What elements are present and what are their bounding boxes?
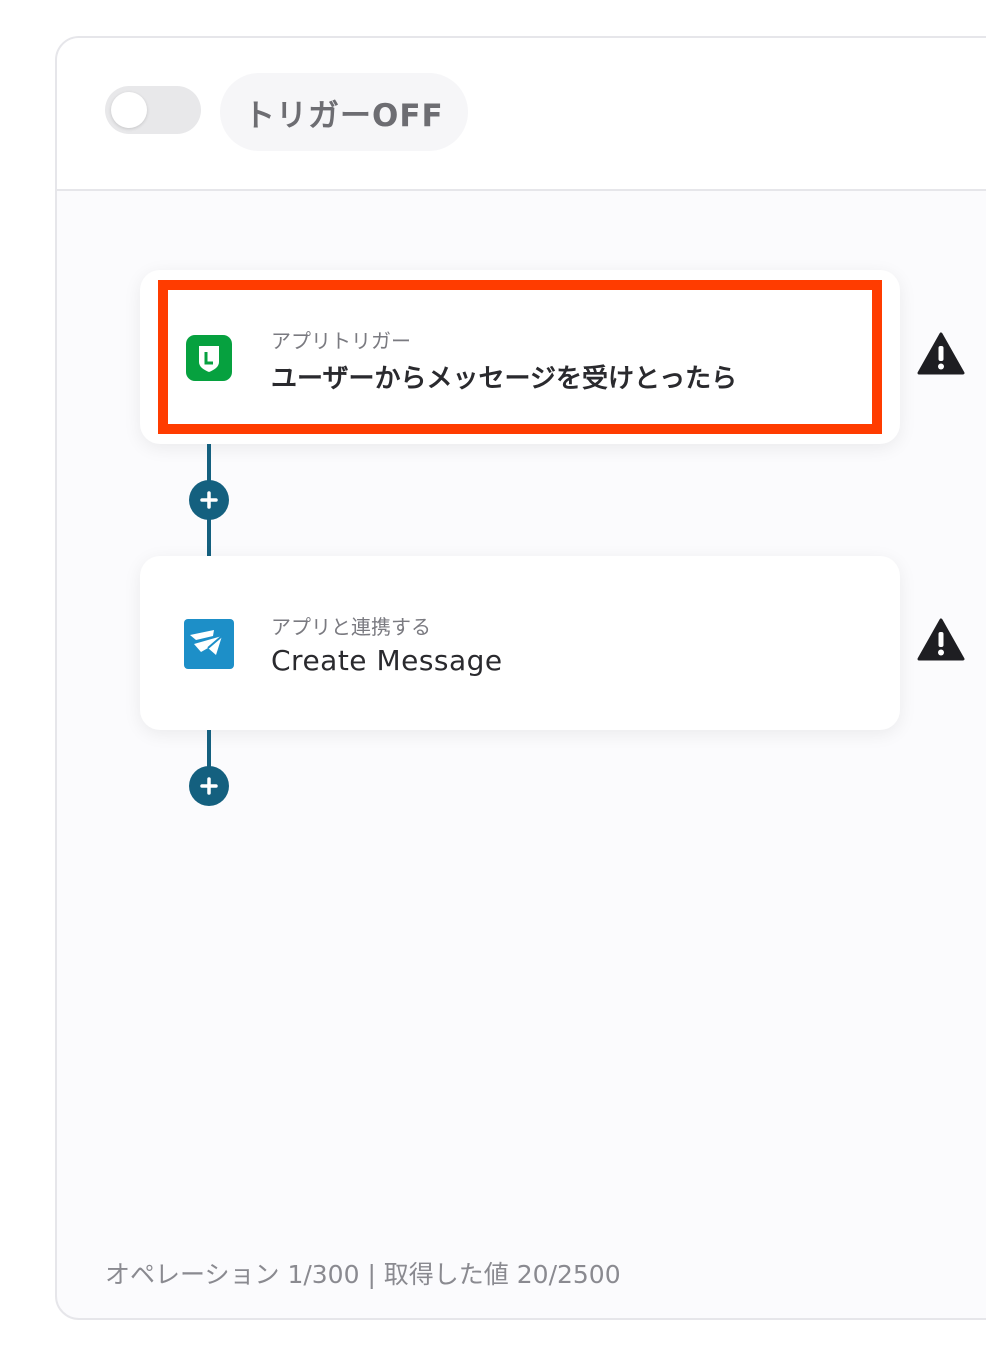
step-title: ユーザーからメッセージを受けとったら (271, 364, 738, 394)
step-type-label: アプリと連携する (271, 615, 431, 639)
trigger-status-label: トリガーOFF (220, 73, 468, 151)
step-title: Create Message (271, 644, 503, 677)
usage-summary: オペレーション 1/300 | 取得した値 20/2500 (105, 1260, 621, 1289)
warning-icon[interactable] (917, 618, 965, 662)
app-logo-icon (184, 619, 234, 669)
plus-icon (200, 777, 218, 795)
toggle-knob (111, 92, 147, 128)
flow-editor-panel: トリガーOFF アプリトリガー ユーザーからメッセージを受けとったら アプリと連… (55, 36, 986, 1320)
line-app-icon (186, 335, 232, 381)
step-type-label: アプリトリガー (271, 329, 411, 353)
flow-step-card-action[interactable]: アプリと連携する Create Message (140, 556, 900, 730)
add-step-button[interactable] (189, 480, 229, 520)
plus-icon (200, 491, 218, 509)
flow-header: トリガーOFF (57, 38, 986, 191)
flow-step-card-trigger[interactable]: アプリトリガー ユーザーからメッセージを受けとったら (140, 270, 900, 444)
add-step-button[interactable] (189, 766, 229, 806)
trigger-toggle[interactable] (105, 86, 201, 134)
warning-icon[interactable] (917, 332, 965, 376)
highlight-box (158, 280, 882, 434)
